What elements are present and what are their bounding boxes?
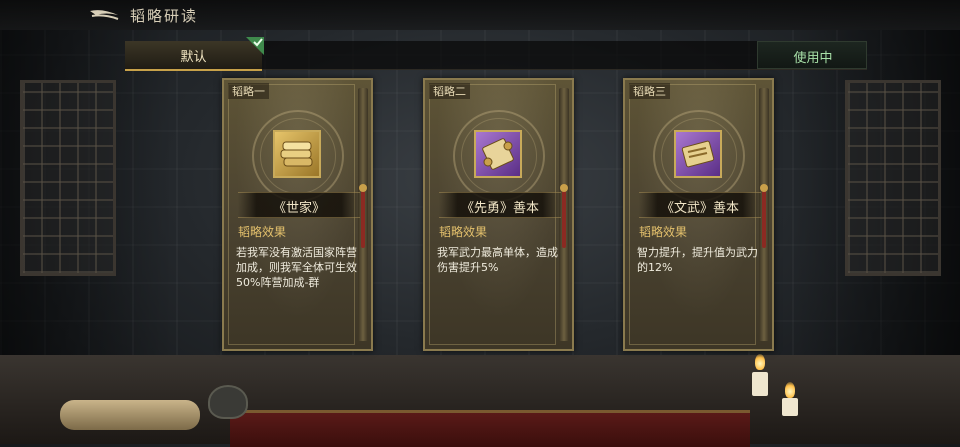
background-scroll-bundle (60, 400, 200, 430)
card-slot-label: 韬略一 (228, 83, 269, 99)
tab-default[interactable]: 默认 (125, 37, 264, 71)
strategy-card-2[interactable]: 韬略二 《先勇》善本 韬略效果 我军武力最高单体，造成伤害提升5% (423, 78, 574, 351)
top-header: 韬略研读 (0, 0, 960, 30)
background-candle (752, 372, 768, 396)
in-use-button[interactable]: 使用中 (757, 41, 867, 69)
effect-description: 智力提升，提升值为武力的12% (637, 246, 758, 274)
effect-description: 我军武力最高单体，造成伤害提升5% (437, 246, 558, 274)
background-incense-burner (208, 385, 248, 419)
card-name-plate: 《先勇》善本 (439, 192, 561, 218)
rail-knob (560, 184, 568, 192)
rail-ribbon (762, 188, 766, 248)
card-name: 《世家》 (272, 201, 325, 216)
rail-knob (359, 184, 367, 192)
card-name: 《先勇》善本 (460, 201, 539, 216)
effect-title: 韬略效果 (639, 225, 688, 239)
background-candle-flame (755, 354, 765, 370)
background-table (230, 410, 750, 447)
preset-tab-bar: 默认 使用中 (125, 37, 867, 71)
check-icon (246, 37, 264, 55)
card-name-plate: 《文武》善本 (639, 192, 761, 218)
back-button[interactable] (88, 6, 122, 24)
back-arrow-icon (90, 10, 119, 20)
background-candle (782, 398, 798, 416)
rail-ribbon (361, 188, 365, 248)
effect-title: 韬略效果 (238, 225, 287, 239)
gold-book-bundle-icon (273, 130, 321, 178)
background-window-right (845, 80, 941, 276)
rail-ribbon (562, 188, 566, 248)
card-slot-label: 韬略三 (629, 83, 670, 99)
purple-book-icon (674, 130, 722, 178)
effect-title: 韬略效果 (439, 225, 488, 239)
card-name-plate: 《世家》 (238, 192, 360, 218)
background-window-left (20, 80, 116, 276)
background-candle-flame (785, 382, 795, 398)
strategy-card-1[interactable]: 韬略一 《世家》 韬略效果 若我军没有激活国家阵营加成，则我军全体可生效50%阵… (222, 78, 373, 351)
purple-scroll-icon (474, 130, 522, 178)
in-use-label: 使用中 (793, 51, 833, 66)
tab-default-label: 默认 (180, 50, 207, 65)
page-title: 韬略研读 (130, 7, 199, 25)
effect-description: 若我军没有激活国家阵营加成，则我军全体可生效50%阵营加成-群 (236, 246, 357, 289)
card-name: 《文武》善本 (660, 201, 739, 216)
rail-knob (760, 184, 768, 192)
card-slot-label: 韬略二 (429, 83, 470, 99)
strategy-card-3[interactable]: 韬略三 《文武》善本 韬略效果 智力提升，提升值为武力的12% (623, 78, 774, 351)
